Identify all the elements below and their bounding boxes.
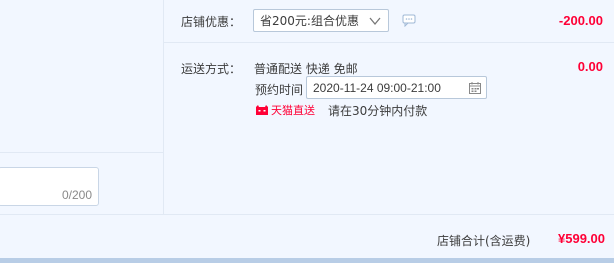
store-discount-label: 店铺优惠：	[181, 15, 242, 29]
appointment-time-value: 2020-11-24 09:00-21:00	[313, 80, 441, 95]
order-panel: 店铺优惠： 省200元:组合优惠 -200.00 运送方式： 普通配送 快递 免…	[0, 0, 614, 258]
left-row-divider	[0, 152, 163, 153]
right-row-divider	[164, 42, 614, 43]
tmall-cat-icon	[256, 105, 268, 115]
shipping-amount: 0.00	[577, 59, 603, 74]
char-counter: 0/200	[61, 188, 92, 202]
appointment-label: 预约时间	[255, 83, 304, 97]
tmall-direct-logo: 天猫直送	[255, 103, 319, 117]
chevron-down-icon	[369, 17, 381, 26]
buyer-message-textarea[interactable]: 0/200	[0, 167, 99, 206]
discount-amount: -200.00	[558, 13, 603, 28]
payment-note: 请在30分钟内付款	[328, 104, 428, 118]
discount-select[interactable]: 省200元:组合优惠	[253, 9, 389, 32]
store-total-amount: ¥599.00	[558, 231, 605, 246]
appointment-time-input[interactable]: 2020-11-24 09:00-21:00	[306, 76, 487, 99]
chat-icon[interactable]	[402, 14, 416, 27]
discount-select-value: 省200元:组合优惠	[260, 14, 359, 28]
summary-divider	[0, 214, 614, 215]
calendar-icon[interactable]	[468, 81, 482, 95]
bottom-strip	[0, 263, 614, 271]
column-divider	[163, 0, 164, 214]
shipping-label: 运送方式：	[181, 62, 242, 76]
store-total-label: 店铺合计(含运费)	[437, 234, 531, 248]
tmall-brand-text: 天猫直送	[271, 104, 315, 117]
shipping-method: 普通配送 快递 免邮	[254, 62, 358, 76]
